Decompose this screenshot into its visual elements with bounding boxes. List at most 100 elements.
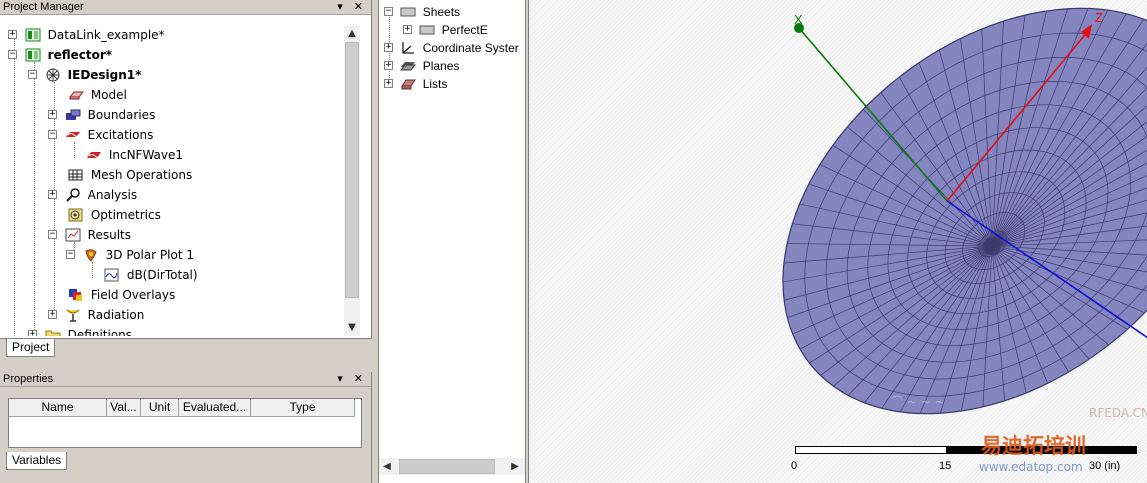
watermark-url: www.edatop.com [979, 460, 1083, 474]
tree-item-results[interactable]: − Results [48, 224, 131, 244]
tree-item-label: IEDesign1* [67, 67, 142, 82]
tree-item-label: dB(DirTotal) [126, 267, 198, 282]
model-icon [68, 88, 85, 102]
tree-item-label: reflector* [47, 47, 113, 62]
dish-rim [782, 7, 1147, 415]
tree-item-definitions[interactable]: + Definitions [28, 324, 132, 336]
tree-item-iedesign1[interactable]: − IEDesign1* [28, 64, 141, 84]
tree-item-reflector[interactable]: − reflector* [8, 44, 112, 64]
tree-item-label: Definitions [67, 327, 133, 337]
tree-item-label: Field Overlays [90, 287, 176, 302]
collapse-icon[interactable]: − [48, 230, 57, 239]
project-tree-scrollbar[interactable]: ▲ ▼ [344, 26, 360, 336]
scale-tick-15: 15 [939, 460, 952, 472]
collapse-icon[interactable]: − [28, 70, 37, 79]
expand-icon[interactable]: + [28, 330, 37, 336]
coordinate-system-icon [400, 41, 416, 55]
tree-item-label: Optimetrics [90, 207, 161, 222]
expand-icon[interactable]: + [48, 110, 57, 119]
tree-item-3d-polar-plot-1[interactable]: − 3D Polar Plot 1 [66, 244, 194, 264]
boundaries-icon [65, 108, 81, 122]
tree-item-perfecte[interactable]: + PerfectE [403, 19, 488, 39]
tree-item-label: DataLink_example* [47, 27, 165, 42]
collapse-icon[interactable]: − [384, 7, 393, 17]
tree-item-sheets[interactable]: − Sheets [384, 1, 460, 21]
scroll-left-icon[interactable]: ◀ [379, 458, 395, 475]
folder-icon [45, 328, 61, 336]
project-icon [25, 48, 41, 62]
tree-connector [74, 142, 75, 158]
expand-icon[interactable]: + [384, 43, 393, 53]
project-manager-title: Project Manager [3, 1, 84, 13]
dish-hub [983, 237, 1001, 255]
radiation-icon [65, 308, 81, 322]
column-header-type[interactable]: Type [251, 399, 355, 417]
tree-item-datalink-example[interactable]: + DataLink_example* [8, 24, 165, 44]
column-header-unit[interactable]: Unit [141, 399, 179, 417]
tree-item-lists[interactable]: + Lists [384, 73, 447, 93]
scroll-up-icon[interactable]: ▲ [344, 26, 360, 42]
tree-item-excitations[interactable]: − Excitations [48, 124, 153, 144]
collapse-icon[interactable]: − [48, 130, 57, 139]
tree-item-incnfwave1[interactable]: IncNFWave1 [86, 144, 183, 164]
panel-controls[interactable]: ▾ ✕ [337, 372, 367, 387]
scroll-right-icon[interactable]: ▶ [507, 458, 523, 475]
expand-icon[interactable]: + [384, 79, 393, 89]
x-axis-label: X [794, 12, 803, 27]
expand-icon[interactable]: + [384, 61, 393, 71]
variables-grid: Name Val... Unit Evaluated... Type [8, 398, 362, 448]
collapse-icon[interactable]: − [8, 50, 17, 59]
wave-icon [86, 148, 102, 162]
reflector-3d-scene[interactable] [529, 0, 1147, 483]
tree-item-label: Results [87, 227, 131, 242]
lists-icon [400, 77, 417, 91]
tree-item-mesh-operations[interactable]: Mesh Operations [68, 164, 192, 184]
reflector-dish-surface[interactable] [705, 0, 1147, 483]
tree-connector [34, 62, 35, 336]
scrollbar-thumb[interactable] [345, 42, 359, 298]
tree-item-db-dirtotal[interactable]: dB(DirTotal) [104, 264, 198, 284]
scroll-down-icon[interactable]: ▼ [344, 320, 360, 336]
pin-icon[interactable]: ▾ [337, 373, 347, 385]
pin-icon[interactable]: ▾ [337, 1, 347, 13]
analysis-icon [65, 187, 81, 202]
tree-item-coordinate-systems[interactable]: + Coordinate Syster [384, 37, 519, 57]
panel-controls[interactable]: ▾ ✕ [337, 0, 367, 15]
model-tree-hscrollbar[interactable]: ◀ ▶ [379, 458, 525, 475]
polar-plot-icon [83, 248, 99, 262]
tree-item-label: Boundaries [87, 107, 156, 122]
sheet-icon [419, 23, 435, 37]
properties-panel: Properties ▾ ✕ Name Val... Unit Evaluate… [0, 372, 372, 483]
3d-modeler-viewport[interactable]: X Z ⌒ ~ ~ ~ RFEDA.CN 0 15 30 (in) 易迪拓培训 … [528, 0, 1147, 483]
tab-project[interactable]: Project [6, 339, 56, 357]
close-icon[interactable]: ✕ [354, 373, 367, 385]
tree-item-boundaries[interactable]: + Boundaries [48, 104, 155, 124]
expand-icon[interactable]: + [48, 310, 57, 319]
mesh-icon [68, 168, 84, 182]
watermark-cn-text: 易迪拓培训 [981, 434, 1086, 458]
tree-item-field-overlays[interactable]: Field Overlays [68, 284, 175, 304]
tree-item-radiation[interactable]: + Radiation [48, 304, 144, 324]
watermark-logo: ⌒ ~ ~ ~ [891, 395, 945, 409]
scrollbar-thumb[interactable] [399, 459, 495, 474]
project-manager-panel: Project Manager ▾ ✕ + DataLink_example* … [0, 0, 372, 364]
expand-icon[interactable]: + [403, 25, 412, 35]
tree-item-analysis[interactable]: + Analysis [48, 184, 137, 204]
tree-connector [14, 34, 15, 336]
project-tree: + DataLink_example* − reflector* − IEDes… [6, 20, 344, 336]
tree-item-model[interactable]: Model [68, 84, 127, 104]
tab-variables[interactable]: Variables [6, 452, 68, 470]
close-icon[interactable]: ✕ [354, 1, 367, 13]
tree-item-planes[interactable]: + Planes [384, 55, 459, 75]
expand-icon[interactable]: + [8, 30, 17, 39]
column-header-evaluated[interactable]: Evaluated... [179, 399, 251, 417]
column-header-value[interactable]: Val... [107, 399, 141, 417]
expand-icon[interactable]: + [48, 190, 57, 199]
tree-item-label: Radiation [87, 307, 145, 322]
properties-title-bar: Properties ▾ ✕ [0, 372, 371, 387]
collapse-icon[interactable]: − [66, 250, 75, 259]
optimetrics-icon [68, 208, 84, 222]
tree-item-optimetrics[interactable]: Optimetrics [68, 204, 161, 224]
column-header-name[interactable]: Name [9, 399, 107, 417]
tree-item-label: Lists [422, 76, 448, 91]
